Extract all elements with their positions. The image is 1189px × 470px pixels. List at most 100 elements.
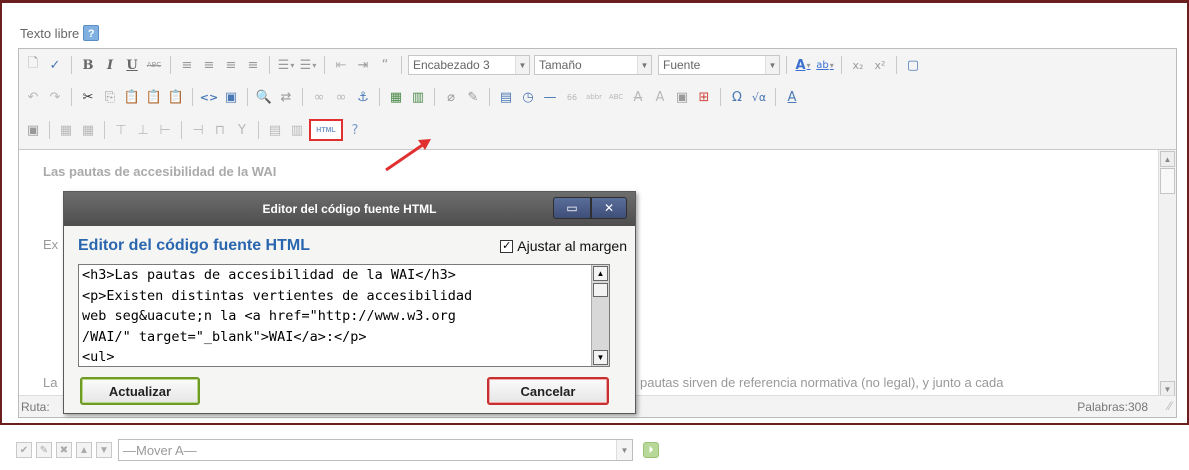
insert-time-icon[interactable]: ◷ xyxy=(518,87,538,107)
cancel-button[interactable]: Cancelar xyxy=(487,377,609,405)
resize-grip-icon[interactable]: ⁄⁄ xyxy=(1168,399,1172,413)
separator xyxy=(720,88,721,106)
cut-icon[interactable]: ✂ xyxy=(78,87,98,107)
align-right-icon[interactable]: ≡ xyxy=(221,55,241,75)
scroll-down-icon[interactable]: ▼ xyxy=(593,350,608,365)
close-icon[interactable]: ✕ xyxy=(591,197,627,219)
strikethrough-button[interactable]: ABC xyxy=(144,55,164,75)
paste-icon[interactable]: 📋 xyxy=(122,87,142,107)
find-icon[interactable]: 🔍 xyxy=(254,87,274,107)
html-code-text[interactable]: <h3>Las pautas de accesibilidad de la WA… xyxy=(79,265,609,366)
math-icon[interactable]: √α xyxy=(749,87,769,107)
code-icon[interactable]: <> xyxy=(199,87,219,107)
bullet-list-icon[interactable]: ☰ xyxy=(276,55,296,75)
align-center-icon[interactable]: ≡ xyxy=(199,55,219,75)
nonbreaking-icon[interactable]: ⊞ xyxy=(694,87,714,107)
numbered-list-icon[interactable]: ☰ xyxy=(298,55,318,75)
edit-style-icon[interactable]: ▣ xyxy=(23,120,43,140)
highlight-color-button[interactable]: ab xyxy=(815,55,835,75)
replace-icon[interactable]: ⇄ xyxy=(276,87,296,107)
scroll-up-icon[interactable]: ▲ xyxy=(593,266,608,281)
code-scrollbar[interactable]: ▲ ▼ xyxy=(591,265,609,366)
spellcheck-lang-icon[interactable]: A xyxy=(782,87,802,107)
wrap-option[interactable]: ✓ Ajustar al margen xyxy=(500,238,627,254)
split-cells-icon[interactable]: Y xyxy=(232,120,252,140)
underline-button[interactable]: U xyxy=(122,55,142,75)
italic-button[interactable]: I xyxy=(100,55,120,75)
absolute-icon[interactable]: ▥ xyxy=(287,120,307,140)
delete-icon[interactable]: ✖ xyxy=(56,442,72,458)
table-row-props-icon[interactable]: ▦ xyxy=(78,120,98,140)
clean-icon[interactable]: ⌀ xyxy=(441,87,461,107)
move-up-icon[interactable]: ▲ xyxy=(76,442,92,458)
abbr-icon[interactable]: abbr xyxy=(584,87,604,107)
paste-word-icon[interactable]: 📋 xyxy=(166,87,186,107)
size-select[interactable]: Tamaño ▼ xyxy=(534,55,652,75)
chevron-down-icon: ▼ xyxy=(616,440,632,460)
attributes-icon[interactable]: ▣ xyxy=(672,87,692,107)
update-button[interactable]: Actualizar xyxy=(80,377,200,405)
copy-icon[interactable]: ⎘ xyxy=(100,87,120,107)
spellcheck-icon[interactable]: ✓ xyxy=(45,55,65,75)
insert-date-icon[interactable]: ▤ xyxy=(496,87,516,107)
link-icon[interactable]: ∞ xyxy=(309,87,329,107)
scroll-thumb[interactable] xyxy=(1160,168,1175,194)
insert-col-icon[interactable]: ⊣ xyxy=(188,120,208,140)
image-icon[interactable]: ▦ xyxy=(386,87,406,107)
edit-icon[interactable]: ✎ xyxy=(36,442,52,458)
scroll-up-icon[interactable]: ▲ xyxy=(1160,151,1175,167)
table-icon[interactable]: ▦ xyxy=(56,120,76,140)
unlink-icon[interactable]: ∞ xyxy=(331,87,351,107)
move-down-icon[interactable]: ▼ xyxy=(96,442,112,458)
font-select[interactable]: Fuente ▼ xyxy=(658,55,780,75)
wrap-label: Ajustar al margen xyxy=(517,238,627,254)
field-label-text: Texto libre xyxy=(20,25,80,41)
delete-row-icon[interactable]: ⊢ xyxy=(155,120,175,140)
subscript-button[interactable]: x₂ xyxy=(848,55,868,75)
wrap-checkbox[interactable]: ✓ xyxy=(500,239,514,253)
help-icon[interactable]: ? xyxy=(345,120,365,140)
help-icon[interactable]: ? xyxy=(83,25,100,41)
content-line-start: La xyxy=(43,375,58,390)
insert-row-before-icon[interactable]: ⊤ xyxy=(111,120,131,140)
check-icon[interactable]: ✔ xyxy=(16,442,32,458)
format-select[interactable]: Encabezado 3 ▼ xyxy=(408,55,530,75)
align-left-icon[interactable]: ≡ xyxy=(177,55,197,75)
html-source-button[interactable]: HTML xyxy=(309,119,343,141)
separator xyxy=(258,121,259,139)
cite-icon[interactable]: 66 xyxy=(562,87,582,107)
fullscreen-icon[interactable]: ▢ xyxy=(903,55,923,75)
anchor-icon[interactable]: ⚓ xyxy=(353,87,373,107)
acronym-icon[interactable]: ABC xyxy=(606,87,626,107)
blockquote-icon[interactable]: “ xyxy=(375,55,395,75)
editor-scrollbar[interactable]: ▲ ▼ xyxy=(1158,150,1176,398)
dialog-titlebar[interactable]: Editor del código fuente HTML ▭ ✕ xyxy=(64,192,635,226)
insert-text-icon[interactable]: A xyxy=(650,87,670,107)
special-char-icon[interactable]: Ω xyxy=(727,87,747,107)
scroll-thumb[interactable] xyxy=(593,283,608,297)
separator xyxy=(71,88,72,106)
toolbar-row-3: ▣ ▦ ▦ ⊤ ⊥ ⊢ ⊣ ⊓ Y ▤ ▥ HTML ? xyxy=(23,117,365,143)
redo-icon[interactable]: ↷ xyxy=(45,87,65,107)
html-code-textarea[interactable]: <h3>Las pautas de accesibilidad de la WA… xyxy=(78,264,610,367)
go-icon[interactable]: ⏵ xyxy=(643,442,659,458)
media-icon[interactable]: ▣ xyxy=(221,87,241,107)
indent-icon[interactable]: ⇥ xyxy=(353,55,373,75)
new-document-icon[interactable]: 🗋 xyxy=(23,55,43,75)
merge-cells-icon[interactable]: ⊓ xyxy=(210,120,230,140)
align-justify-icon[interactable]: ≡ xyxy=(243,55,263,75)
superscript-button[interactable]: x² xyxy=(870,55,890,75)
paste-text-icon[interactable]: 📋 xyxy=(144,87,164,107)
move-to-select[interactable]: —Mover A— ▼ xyxy=(118,439,633,461)
bold-button[interactable]: B xyxy=(78,55,98,75)
insert-row-after-icon[interactable]: ⊥ xyxy=(133,120,153,140)
outdent-icon[interactable]: ⇤ xyxy=(331,55,351,75)
layer-icon[interactable]: ▤ xyxy=(265,120,285,140)
horizontal-rule-icon[interactable]: — xyxy=(540,87,560,107)
embed-icon[interactable]: ▥ xyxy=(408,87,428,107)
brush-icon[interactable]: ✎ xyxy=(463,87,483,107)
maximize-icon[interactable]: ▭ xyxy=(553,197,591,219)
undo-icon[interactable]: ↶ xyxy=(23,87,43,107)
text-color-button[interactable]: A xyxy=(793,55,813,75)
delete-text-icon[interactable]: A xyxy=(628,87,648,107)
